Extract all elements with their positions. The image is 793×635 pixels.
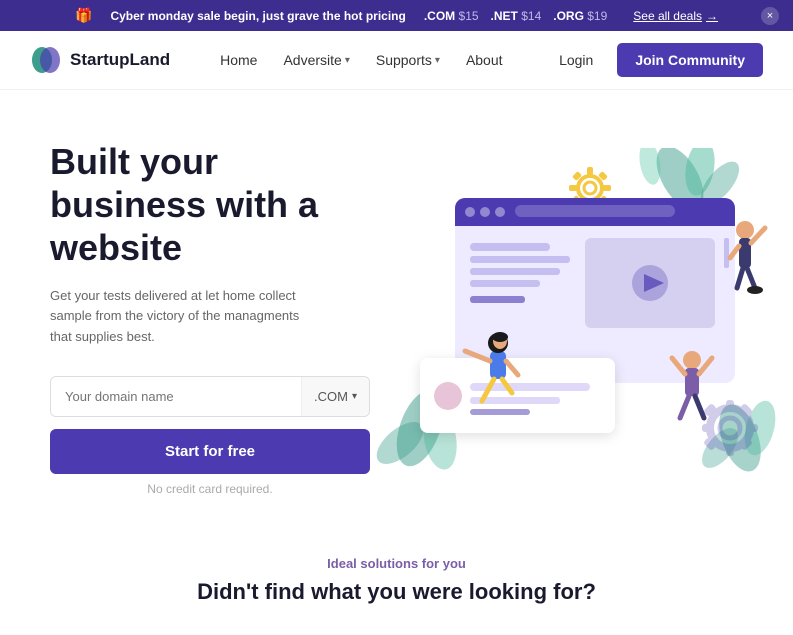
nav-supports-label: Supports [376, 52, 432, 68]
hero-subtitle: Get your tests delivered at let home col… [50, 286, 310, 348]
chevron-down-icon-2: ▾ [435, 55, 440, 66]
nav-home-label: Home [220, 52, 257, 68]
nav-links: Home Adversite ▾ Supports ▾ About [210, 46, 547, 74]
login-button[interactable]: Login [547, 46, 605, 74]
domain-ext-selector[interactable]: .COM ▾ [301, 377, 369, 416]
banner-see-all-link[interactable]: See all deals → [633, 9, 718, 23]
bottom-section: Ideal solutions for you Didn't find what… [0, 526, 793, 635]
start-free-button[interactable]: Start for free [50, 429, 370, 474]
bottom-title: Didn't find what you were looking for? [20, 579, 773, 605]
nav-about-label: About [466, 52, 503, 68]
nav-adversite-label: Adversite [283, 52, 341, 68]
banner-close-button[interactable]: × [761, 7, 779, 25]
banner-domain-com: .COM $15 [424, 9, 479, 23]
gift-icon: 🎁 [75, 7, 92, 24]
domain-input-row: .COM ▾ [50, 376, 370, 417]
ext-chevron-icon: ▾ [352, 391, 357, 402]
banner-domain-org: .ORG $19 [553, 9, 607, 23]
hero-section: Built your business with a website Get y… [0, 90, 793, 526]
navbar: StartupLand Home Adversite ▾ Supports ▾ … [0, 31, 793, 90]
nav-supports[interactable]: Supports ▾ [366, 46, 450, 74]
logo-icon [30, 44, 62, 76]
nav-about[interactable]: About [456, 46, 513, 74]
nav-adversite[interactable]: Adversite ▾ [273, 46, 359, 74]
top-banner: 🎁 Cyber monday sale begin, just grave th… [0, 0, 793, 31]
arrow-right-icon: → [706, 9, 718, 23]
nav-home[interactable]: Home [210, 46, 267, 74]
logo-text: StartupLand [70, 50, 170, 70]
banner-domain-net: .NET $14 [491, 9, 542, 23]
domain-ext-label: .COM [314, 389, 348, 404]
hero-title: Built your business with a website [50, 140, 370, 270]
illustration-svg [370, 148, 790, 488]
hero-content: Built your business with a website Get y… [50, 140, 370, 496]
ideal-label: Ideal solutions for you [20, 556, 773, 571]
see-all-label: See all deals [633, 9, 702, 23]
chevron-down-icon: ▾ [345, 55, 350, 66]
nav-actions: Login Join Community [547, 43, 763, 77]
banner-sale-text: Cyber monday sale begin, just grave the … [110, 9, 405, 23]
domain-input[interactable] [51, 377, 301, 416]
join-community-button[interactable]: Join Community [617, 43, 763, 77]
logo[interactable]: StartupLand [30, 44, 170, 76]
hero-illustration [370, 148, 743, 488]
banner-domains: .COM $15 .NET $14 .ORG $19 [424, 9, 607, 23]
no-credit-text: No credit card required. [50, 482, 370, 496]
